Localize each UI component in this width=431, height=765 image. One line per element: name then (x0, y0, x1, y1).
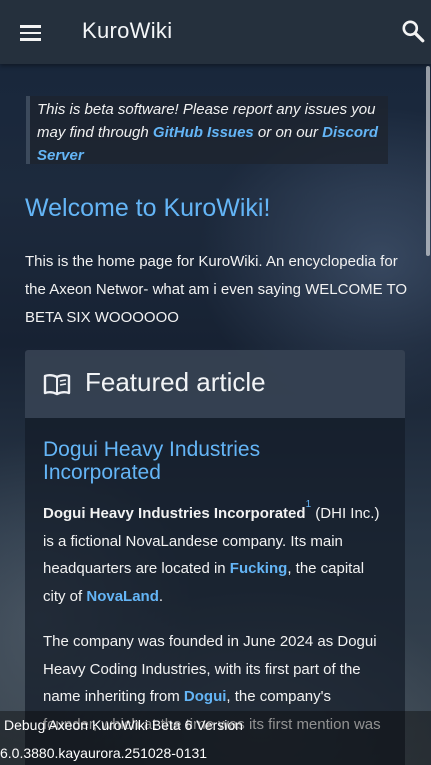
debug-line-2: 6.0.3880.kayaurora.251028-0131 (0, 745, 208, 761)
page-title: Welcome to KuroWiki! (25, 194, 271, 222)
search-icon[interactable] (400, 18, 426, 44)
debug-line-1: Debug Axeon KuroWiki Beta 6 Version (4, 717, 243, 733)
intro-text: This is the home page for KuroWiki. An e… (25, 253, 408, 326)
notice-text-middle: or on our (253, 124, 323, 141)
beta-notice: This is beta software! Please report any… (26, 96, 388, 164)
app-bar: KuroWiki (0, 0, 431, 64)
article-text: . (158, 587, 164, 605)
fucking-link[interactable]: Fucking (230, 560, 288, 577)
featured-article-card: Featured article Dogui Heavy Industries … (25, 350, 405, 765)
featured-header: Featured article (25, 350, 405, 418)
menu-icon[interactable] (18, 22, 44, 44)
novaland-link[interactable]: NovaLand (86, 588, 159, 605)
app-title[interactable]: KuroWiki (82, 18, 172, 44)
featured-heading: Featured article (85, 367, 266, 397)
github-issues-link[interactable]: GitHub Issues (153, 124, 254, 141)
dogui-link[interactable]: Dogui (184, 688, 227, 705)
article-paragraph-1: Dogui Heavy Industries Incorporated1 (DH… (43, 500, 383, 610)
book-open-icon (43, 374, 71, 396)
article-text: , the (226, 688, 260, 705)
featured-article-title[interactable]: Dogui Heavy Industries Incorporated (43, 438, 383, 484)
debug-overlay: Debug Axeon KuroWiki Beta 6 Version 6.0.… (0, 711, 431, 765)
article-bold-name: Dogui Heavy Industries Incorporated (43, 505, 306, 522)
scrollbar[interactable] (426, 66, 430, 256)
